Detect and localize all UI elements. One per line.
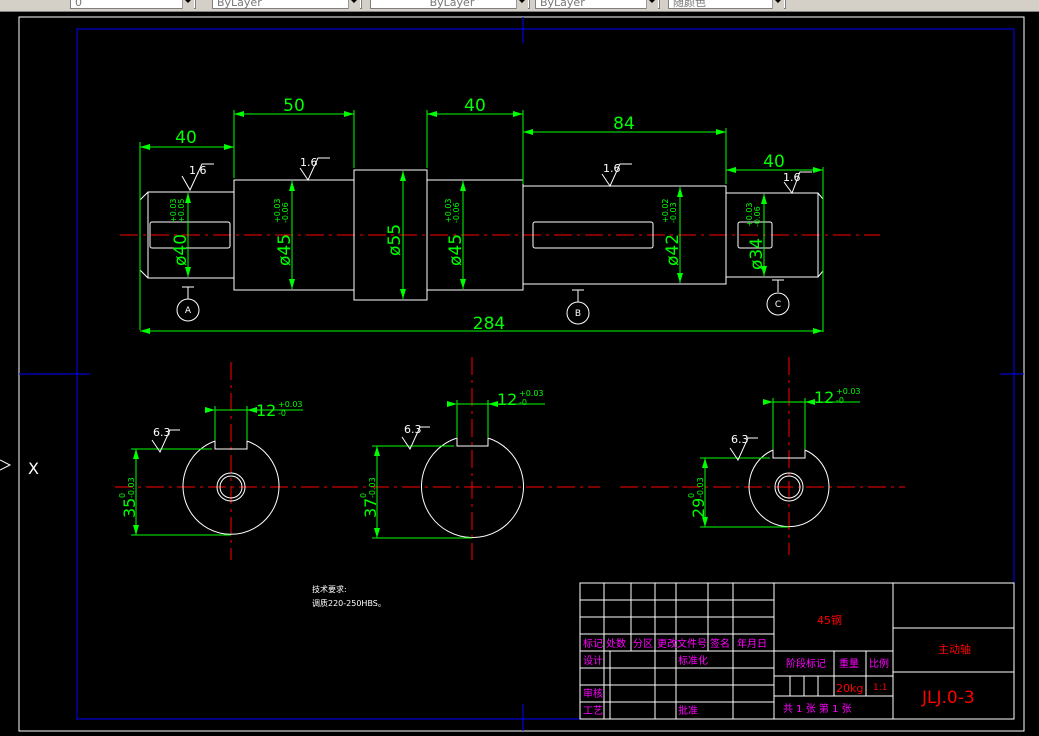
- depth-tol-lower-2: -0.03: [368, 477, 377, 498]
- ucs-axis-label: X: [28, 459, 39, 478]
- tb-weight-value: 20kg: [836, 682, 863, 695]
- roughness-section-2: 6.3: [404, 423, 422, 436]
- dim-length-2: 50: [283, 96, 305, 116]
- linetype-value: ByLayer: [429, 0, 475, 9]
- dim-dia-34: ø34: [747, 238, 767, 270]
- chevron-down-icon[interactable]: [348, 0, 360, 9]
- lineweight-dropdown[interactable]: ByLayer: [535, 0, 660, 9]
- plotstyle-dropdown[interactable]: 随颜色: [668, 0, 786, 9]
- lineweight-value: ByLayer: [540, 0, 585, 9]
- depth-tol-upper-3: 0: [687, 493, 696, 498]
- datum-c: C: [775, 300, 781, 310]
- dimension-arrowheads: [140, 111, 823, 334]
- dim-dia-45b: ø45: [446, 234, 466, 266]
- tol-lower: -0.06: [452, 202, 461, 223]
- color-dropdown[interactable]: ByLayer: [212, 0, 362, 9]
- key-tol-lower-2: -0: [519, 398, 527, 407]
- dim-length-5: 40: [763, 152, 785, 172]
- technical-requirements: 技术要求: 调质220-250HBS。: [312, 584, 386, 608]
- tech-notes-line1: 调质220-250HBS。: [312, 598, 386, 608]
- dim-dia-55: ø55: [385, 224, 405, 256]
- chevron-down-icon[interactable]: [772, 0, 784, 9]
- drawing-viewport[interactable]: X 40 50 40 84 40 284 ø40 +0.03 +0.05 ø45…: [0, 11, 1039, 732]
- dim-length-3: 40: [464, 96, 486, 116]
- tb-change-doc: 更改文件号: [657, 637, 707, 650]
- dim-length-total: 284: [473, 314, 505, 334]
- tb-weight: 重量: [839, 657, 859, 670]
- plotstyle-value: 随颜色: [673, 0, 706, 9]
- color-value: ByLayer: [217, 0, 262, 9]
- key-tol-upper-2: +0.03: [519, 389, 544, 398]
- dim-length-1: 40: [175, 128, 197, 148]
- key-tol-upper-1: +0.03: [278, 400, 303, 409]
- depth-1: 35: [120, 498, 139, 518]
- roughness-4: 1.6: [783, 171, 801, 184]
- key-tol-upper-3: +0.03: [836, 387, 861, 396]
- roughness-section-3: 6.3: [731, 433, 749, 446]
- key-tol-lower-3: -0: [836, 396, 844, 405]
- tb-sheets: 共 1 张 第 1 张: [783, 702, 852, 715]
- tol-lower: -0.06: [281, 202, 290, 223]
- tol-lower: -0.03: [669, 202, 678, 223]
- section-view-1: 12 +0.03 -0 6.3 35 0 -0.03: [115, 362, 350, 560]
- datum-b: B: [575, 309, 581, 319]
- key-width-3: 12: [814, 388, 834, 407]
- tb-design: 设计: [583, 654, 603, 667]
- tb-part-name: 主动轴: [938, 642, 971, 656]
- tb-review: 审核: [583, 687, 603, 700]
- tb-zone: 分区: [633, 638, 653, 650]
- chevron-down-icon[interactable]: [646, 0, 658, 9]
- depth-3: 29: [689, 498, 708, 518]
- roughness-section-1: 6.3: [153, 426, 171, 439]
- title-block-labels: 标记 处数 分区 更改文件号 签名 年月日 设计 标准化 审核 工艺 批准 阶段…: [583, 637, 889, 717]
- tb-sign: 签名: [710, 637, 730, 650]
- tb-standardize: 标准化: [678, 654, 708, 667]
- tb-scale: 比例: [869, 657, 889, 670]
- chevron-down-icon[interactable]: [182, 0, 194, 9]
- tb-material: 45钢: [817, 614, 842, 627]
- tol-lower: +0.05: [177, 198, 186, 223]
- dim-dia-42: ø42: [663, 234, 683, 266]
- tb-scale-value: 1:1: [873, 683, 887, 693]
- tol-lower: -0.06: [753, 206, 762, 227]
- section-view-2: 12 +0.03 -0 6.3 37 0 -0.03: [340, 357, 600, 560]
- datum-a: A: [185, 306, 192, 316]
- tech-notes-title: 技术要求:: [312, 584, 347, 594]
- roughness-1: 1.6: [189, 164, 207, 177]
- tb-process: 工艺: [583, 705, 603, 717]
- dim-length-4: 84: [613, 114, 635, 134]
- layer-dropdown[interactable]: 0: [70, 0, 196, 9]
- centering-marks: [19, 17, 1024, 731]
- tb-date: 年月日: [737, 637, 767, 650]
- diameter-dimension-texts: ø40 +0.03 +0.05 ø45 +0.03 -0.06 ø55 ø45 …: [169, 198, 767, 270]
- roughness-3: 1.6: [603, 162, 621, 175]
- depth-tol-lower-1: -0.03: [127, 477, 136, 498]
- tb-mark: 标记: [583, 638, 603, 650]
- linetype-dropdown[interactable]: ByLayer: [370, 0, 530, 9]
- key-tol-lower-1: -0: [278, 409, 286, 418]
- cad-drawing-canvas[interactable]: X 40 50 40 84 40 284 ø40 +0.03 +0.05 ø45…: [0, 11, 1039, 732]
- tb-drawing-number: JLJ.0-3: [921, 688, 975, 708]
- depth-tol-lower-3: -0.03: [696, 477, 705, 498]
- roughness-symbols: [181, 157, 812, 195]
- dim-dia-40: ø40: [171, 234, 191, 266]
- chevron-down-icon[interactable]: [516, 0, 528, 9]
- layer-value: 0: [75, 0, 82, 9]
- outer-frame: [18, 16, 1025, 732]
- roughness-2: 1.6: [300, 156, 318, 169]
- key-width-2: 12: [497, 390, 517, 409]
- tb-count: 处数: [606, 637, 626, 650]
- depth-tol-upper-2: 0: [359, 493, 368, 498]
- depth-2: 37: [361, 498, 380, 518]
- tb-approve: 批准: [678, 704, 698, 717]
- section-view-3: 12 +0.03 -0 6.3 29 0 -0.03: [620, 357, 905, 555]
- key-width-1: 12: [256, 401, 276, 420]
- dim-dia-45a: ø45: [275, 234, 295, 266]
- tb-stage-mark: 阶段标记: [786, 657, 826, 670]
- length-dimension-lines: [139, 110, 824, 332]
- depth-tol-upper-1: 0: [118, 493, 127, 498]
